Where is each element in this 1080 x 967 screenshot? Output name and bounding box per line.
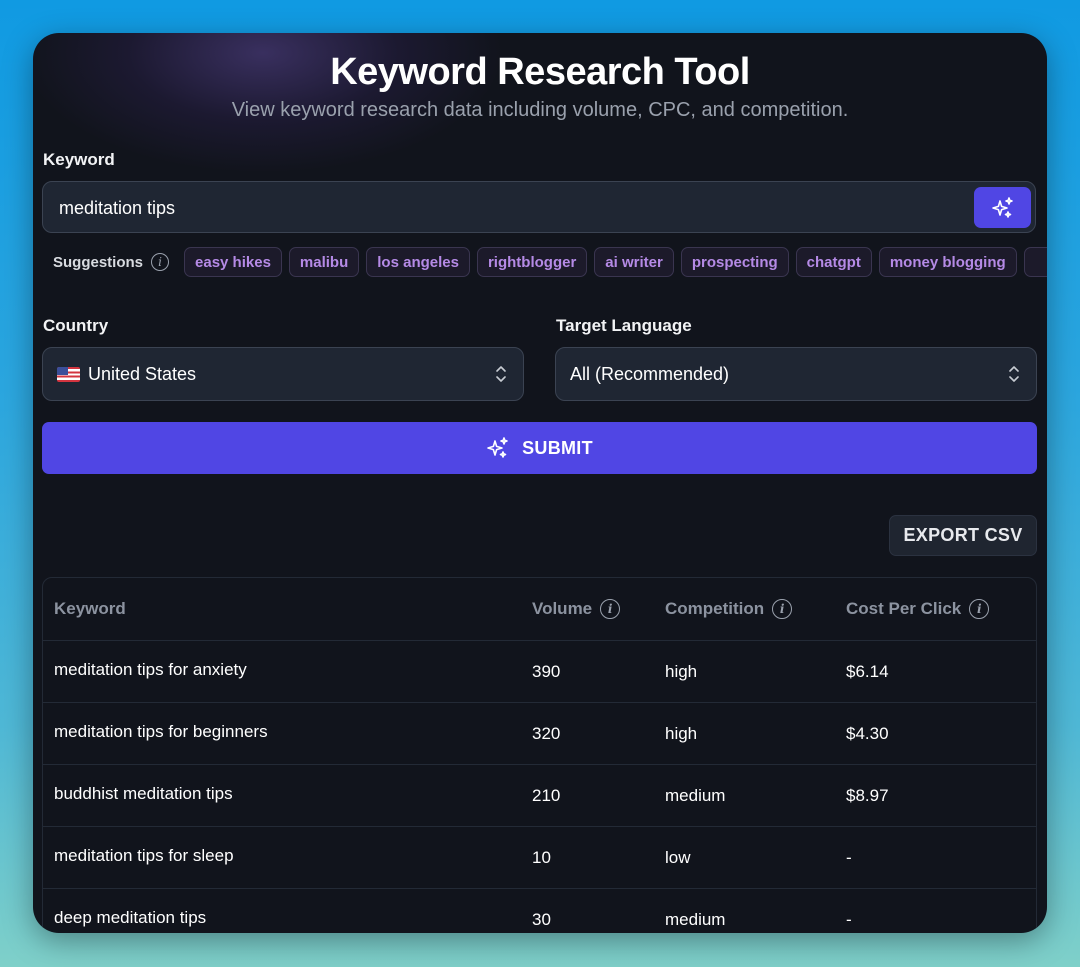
keyword-cell: buddhist meditation tips bbox=[43, 764, 521, 827]
sparkles-icon bbox=[991, 196, 1013, 218]
keyword-field bbox=[42, 181, 1036, 234]
competition-cell: high bbox=[654, 640, 835, 703]
competition-cell: low bbox=[654, 826, 835, 889]
info-icon[interactable]: i bbox=[600, 599, 621, 620]
country-select[interactable]: United States bbox=[42, 347, 524, 401]
keyword-cell: meditation tips for sleep bbox=[43, 826, 521, 889]
submit-button[interactable]: SUBMIT bbox=[42, 422, 1037, 474]
suggestion-chip[interactable] bbox=[1023, 247, 1047, 277]
suggestion-chip[interactable]: los angeles bbox=[366, 247, 470, 277]
competition-cell: medium bbox=[654, 888, 835, 933]
volume-cell: 30 bbox=[521, 888, 654, 933]
language-label: Target Language bbox=[556, 316, 692, 335]
competition-cell: medium bbox=[654, 764, 835, 827]
page-title: Keyword Research Tool bbox=[330, 51, 750, 93]
cpc-cell: - bbox=[835, 888, 1036, 933]
volume-cell: 210 bbox=[521, 764, 654, 827]
suggestion-chip[interactable]: chatgpt bbox=[795, 247, 872, 277]
column-header-competition[interactable]: Competition i bbox=[654, 578, 835, 641]
page-subtitle: View keyword research data including vol… bbox=[231, 99, 849, 121]
suggestion-chip[interactable]: easy hikes bbox=[184, 247, 282, 277]
volume-cell: 320 bbox=[521, 702, 654, 765]
volume-cell: 390 bbox=[521, 640, 654, 703]
table-row: meditation tips for sleep 10 low - bbox=[43, 826, 1036, 889]
table-header-row: Keyword Volume i Competition i Cost Per Cl… bbox=[43, 578, 1036, 641]
chevron-up-down-icon bbox=[1009, 366, 1019, 382]
table-row: buddhist meditation tips 210 medium $8.9… bbox=[43, 764, 1036, 827]
suggestion-chip[interactable]: ai writer bbox=[594, 247, 674, 277]
column-header-keyword[interactable]: Keyword bbox=[43, 578, 521, 641]
volume-cell: 10 bbox=[521, 826, 654, 889]
sparkles-icon bbox=[487, 437, 508, 458]
language-value: All (Recommended) bbox=[570, 363, 730, 384]
cpc-cell: - bbox=[835, 826, 1036, 889]
keyword-tool-card: Keyword Research Tool View keyword resea… bbox=[33, 33, 1047, 933]
keyword-cell: deep meditation tips bbox=[43, 888, 521, 933]
suggestion-chip[interactable]: prospecting bbox=[680, 247, 789, 277]
ai-suggest-button[interactable] bbox=[974, 187, 1031, 228]
keyword-label: Keyword bbox=[43, 150, 115, 169]
suggestion-chip[interactable]: malibu bbox=[288, 247, 360, 277]
keyword-input[interactable] bbox=[57, 182, 961, 234]
cpc-cell: $6.14 bbox=[835, 640, 1036, 703]
us-flag-icon bbox=[57, 366, 80, 382]
table-row: deep meditation tips 30 medium - bbox=[43, 888, 1036, 933]
column-header-cpc[interactable]: Cost Per Click i bbox=[835, 578, 1036, 641]
suggestions-label: Suggestions bbox=[53, 253, 144, 271]
suggestion-chip[interactable]: money blogging bbox=[878, 247, 1017, 277]
results-table: Keyword Volume i Competition i Cost Per Cl… bbox=[42, 577, 1037, 933]
suggestions-row: Suggestions i easy hikes malibu los ange… bbox=[53, 246, 1047, 278]
competition-cell: high bbox=[654, 702, 835, 765]
country-value: United States bbox=[88, 363, 197, 384]
table-row: meditation tips for anxiety 390 high $6.… bbox=[43, 640, 1036, 703]
keyword-cell: meditation tips for beginners bbox=[43, 702, 521, 765]
chevron-up-down-icon bbox=[496, 366, 506, 382]
info-icon[interactable]: i bbox=[969, 599, 990, 620]
submit-label: SUBMIT bbox=[522, 437, 593, 458]
cpc-cell: $8.97 bbox=[835, 764, 1036, 827]
export-csv-button[interactable]: EXPORT CSV bbox=[889, 515, 1037, 556]
info-icon[interactable]: i bbox=[151, 253, 170, 271]
suggestion-chip[interactable]: rightblogger bbox=[476, 247, 588, 277]
column-header-volume[interactable]: Volume i bbox=[521, 578, 654, 641]
language-select[interactable]: All (Recommended) bbox=[555, 347, 1037, 401]
cpc-cell: $4.30 bbox=[835, 702, 1036, 765]
info-icon[interactable]: i bbox=[772, 599, 793, 620]
table-row: meditation tips for beginners 320 high $… bbox=[43, 702, 1036, 765]
country-label: Country bbox=[43, 316, 109, 335]
keyword-cell: meditation tips for anxiety bbox=[43, 640, 521, 703]
